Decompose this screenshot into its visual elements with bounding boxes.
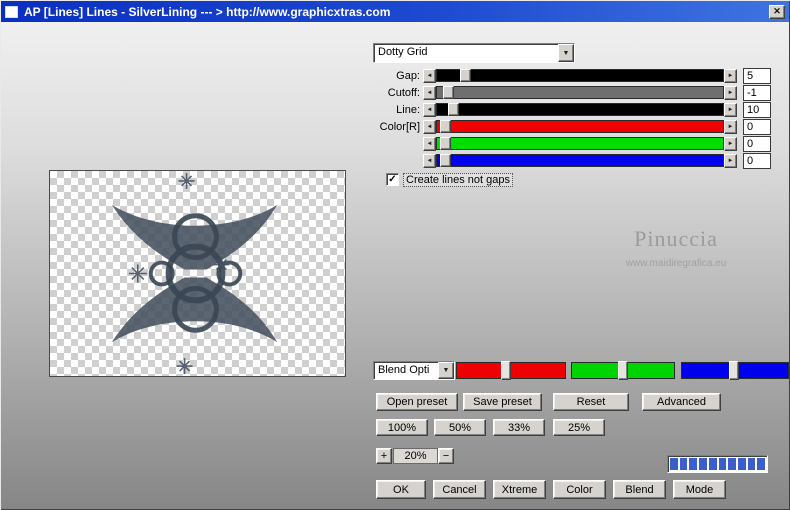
window-title: AP [Lines] Lines - SilverLining --- > ht…	[24, 4, 391, 19]
red-channel-thumb[interactable]	[500, 361, 511, 380]
slider-right-arrow-icon[interactable]: ►	[724, 102, 737, 117]
slider-track[interactable]	[436, 120, 724, 133]
slider-left-arrow-icon[interactable]: ◄	[423, 136, 436, 151]
slider-track[interactable]	[436, 69, 724, 82]
progress-segment	[689, 458, 698, 470]
slider-right-arrow-icon[interactable]: ►	[724, 85, 737, 100]
open-preset-button[interactable]: Open preset	[376, 393, 458, 411]
param-value[interactable]: -1	[743, 84, 771, 101]
slider-left-arrow-icon[interactable]: ◄	[423, 119, 436, 134]
green-channel-slider[interactable]	[571, 361, 675, 380]
checkbox-label[interactable]: Create lines not gaps	[403, 172, 513, 187]
progress-segment	[737, 458, 746, 470]
fractal-image	[111, 172, 278, 375]
mode-button[interactable]: Mode	[673, 480, 726, 499]
blend-options-dropdown[interactable]: Blend Opti ▼	[373, 361, 455, 380]
slider-track[interactable]	[436, 103, 724, 116]
zoom-in-button[interactable]: +	[376, 448, 392, 464]
progress-segment	[699, 458, 707, 470]
progress-segment	[718, 458, 727, 470]
checkbox-checked-icon[interactable]: ✓	[386, 173, 399, 186]
reset-button[interactable]: Reset	[553, 393, 629, 411]
slider-track[interactable]	[436, 154, 724, 167]
progress-segment	[708, 458, 717, 470]
param-value[interactable]: 0	[743, 118, 771, 135]
zoom-out-button[interactable]: −	[438, 448, 454, 464]
green-channel-thumb[interactable]	[618, 361, 628, 380]
zoom-50-button[interactable]: 50%	[434, 419, 486, 436]
progress-segment	[670, 458, 678, 470]
param-label: Line:	[396, 103, 420, 116]
slider-right-arrow-icon[interactable]: ►	[724, 136, 737, 151]
slider-right-arrow-icon[interactable]: ►	[724, 119, 737, 134]
cancel-button[interactable]: Cancel	[433, 480, 486, 499]
progress-segment	[679, 458, 688, 470]
slider-left-arrow-icon[interactable]: ◄	[423, 68, 436, 83]
param-row-color-b: ◄ ► 0	[371, 152, 771, 169]
red-channel-slider[interactable]	[456, 361, 566, 380]
chevron-down-icon[interactable]: ▼	[558, 44, 574, 62]
param-value[interactable]: 0	[743, 152, 771, 169]
param-label: Gap:	[396, 69, 420, 82]
param-label: Color[R]	[379, 120, 420, 133]
watermark-name: Pinuccia	[634, 226, 718, 251]
progress-segment	[747, 458, 756, 470]
watermark-site: www.maidiregrafica.eu	[625, 258, 727, 269]
slider-track[interactable]	[436, 86, 724, 99]
slider-handle[interactable]	[439, 120, 451, 133]
preview-canvas[interactable]	[49, 170, 346, 377]
blue-channel-thumb[interactable]	[728, 361, 739, 380]
ok-button[interactable]: OK	[376, 480, 426, 499]
slider-handle[interactable]	[439, 137, 451, 150]
param-row-gap: Gap: ◄ ► 5	[371, 67, 771, 84]
blue-channel-slider[interactable]	[681, 361, 789, 380]
slider-track[interactable]	[436, 137, 724, 150]
slider-handle[interactable]	[442, 86, 454, 99]
color-button[interactable]: Color	[553, 480, 606, 499]
param-label: Cutoff:	[387, 86, 420, 99]
zoom-25-button[interactable]: 25%	[553, 419, 605, 436]
slider-right-arrow-icon[interactable]: ►	[724, 153, 737, 168]
param-row-color-r: Color[R] ◄ ► 0	[371, 118, 771, 135]
progress-segment	[757, 458, 766, 470]
save-preset-button[interactable]: Save preset	[463, 393, 542, 411]
param-value[interactable]: 0	[743, 135, 771, 152]
close-icon[interactable]: ✕	[769, 4, 785, 19]
preset-dropdown-value: Dotty Grid	[378, 46, 428, 58]
zoom-33-button[interactable]: 33%	[493, 419, 545, 436]
param-value[interactable]: 5	[743, 67, 771, 84]
param-value[interactable]: 10	[743, 101, 771, 118]
slider-handle[interactable]	[459, 69, 471, 82]
xtreme-button[interactable]: Xtreme	[493, 480, 546, 499]
param-row-line: Line: ◄ ► 10	[371, 101, 771, 118]
zoom-level-display: 20%	[393, 448, 438, 464]
title-bar: AP [Lines] Lines - SilverLining --- > ht…	[1, 1, 789, 22]
param-row-color-g: ◄ ► 0	[371, 135, 771, 152]
slider-left-arrow-icon[interactable]: ◄	[423, 85, 436, 100]
app-icon	[5, 5, 18, 18]
preset-dropdown[interactable]: Dotty Grid ▼	[373, 43, 575, 63]
zoom-100-button[interactable]: 100%	[376, 419, 428, 436]
slider-handle[interactable]	[448, 103, 460, 116]
slider-left-arrow-icon[interactable]: ◄	[423, 102, 436, 117]
watermark: Pinuccia www.maidiregrafica.eu	[586, 226, 766, 269]
slider-left-arrow-icon[interactable]: ◄	[423, 153, 436, 168]
chevron-down-icon[interactable]: ▼	[438, 362, 454, 379]
create-lines-option[interactable]: ✓ Create lines not gaps	[386, 172, 513, 187]
slider-handle[interactable]	[439, 154, 451, 167]
blend-dropdown-value: Blend Opti	[378, 364, 430, 376]
blend-button[interactable]: Blend	[613, 480, 666, 499]
slider-right-arrow-icon[interactable]: ►	[724, 68, 737, 83]
param-row-cutoff: Cutoff: ◄ ► -1	[371, 84, 771, 101]
advanced-button[interactable]: Advanced	[642, 393, 721, 411]
progress-bar	[667, 455, 768, 473]
dialog-body: Dotty Grid ▼ Gap: ◄ ► 5 Cutoff: ◄ ► -1 L…	[1, 22, 789, 509]
progress-segment	[728, 458, 736, 470]
plugin-window: AP [Lines] Lines - SilverLining --- > ht…	[0, 0, 790, 510]
